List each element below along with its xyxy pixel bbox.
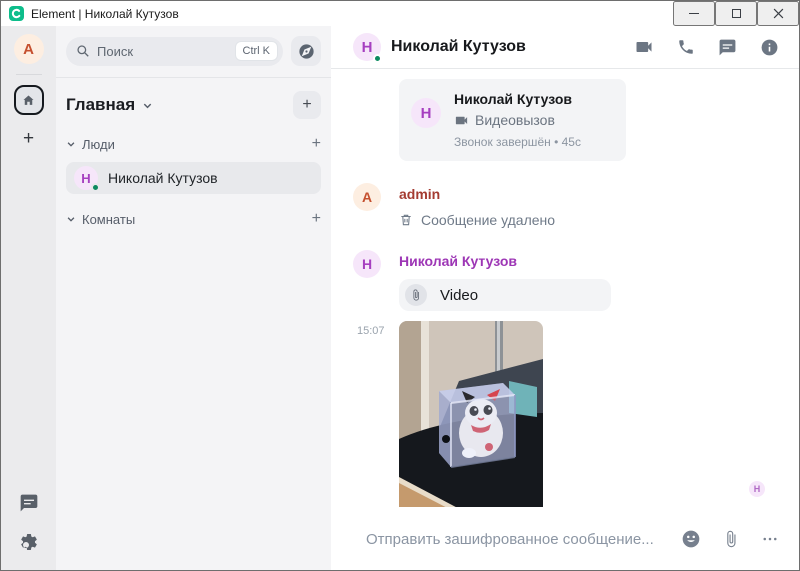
close-icon bbox=[773, 8, 783, 19]
more-options-icon bbox=[763, 537, 777, 541]
caller-name: Николай Кутузов bbox=[454, 91, 572, 107]
minimize-button[interactable] bbox=[673, 1, 715, 26]
settings-button[interactable] bbox=[19, 532, 39, 555]
threads-header-button[interactable] bbox=[718, 38, 737, 57]
more-options-button[interactable] bbox=[761, 530, 779, 548]
maximize-icon bbox=[731, 9, 741, 18]
online-presence-dot bbox=[373, 54, 382, 63]
deleted-message-text: Сообщение удалено bbox=[421, 212, 556, 228]
chevron-down-icon bbox=[143, 103, 152, 108]
explore-rooms-button[interactable] bbox=[291, 36, 321, 66]
emoji-button[interactable] bbox=[681, 529, 701, 549]
attachment-label: Video bbox=[440, 286, 479, 304]
space-header[interactable]: Главная + bbox=[66, 91, 321, 119]
settings-gear-icon bbox=[20, 534, 37, 550]
sender-avatar[interactable]: A bbox=[353, 183, 381, 211]
window-title: Element | Николай Кутузов bbox=[31, 6, 179, 21]
sender-name[interactable]: Николай Кутузов bbox=[399, 253, 611, 269]
sidebar-divider bbox=[56, 77, 331, 78]
search-placeholder: Поиск bbox=[97, 43, 134, 59]
add-rooms-button[interactable]: + bbox=[312, 211, 321, 227]
call-event-card[interactable]: Н Николай Кутузов Видеовызов Звонок заве… bbox=[399, 79, 626, 161]
search-shortcut-badge: Ctrl K bbox=[234, 41, 278, 61]
room-name: Николай Кутузов bbox=[108, 170, 218, 186]
home-icon bbox=[23, 95, 34, 105]
chat-header: Н Николай Кутузов bbox=[331, 26, 799, 69]
minimize-icon bbox=[689, 13, 699, 14]
threads-icon bbox=[20, 494, 37, 512]
attach-button[interactable] bbox=[722, 530, 740, 548]
call-status: Звонок завершён • 45с bbox=[454, 135, 581, 149]
threads-button[interactable] bbox=[19, 493, 39, 516]
photo-attachment[interactable] bbox=[399, 321, 543, 507]
spaces-rail: A + bbox=[1, 26, 56, 570]
user-avatar[interactable]: A bbox=[13, 34, 44, 64]
voice-call-button[interactable] bbox=[677, 38, 695, 56]
search-icon bbox=[77, 45, 89, 57]
file-attachment[interactable]: Video bbox=[399, 279, 611, 311]
chat-title[interactable]: Николай Кутузов bbox=[391, 38, 526, 56]
sender-avatar[interactable]: Н bbox=[353, 250, 381, 278]
trash-icon bbox=[401, 214, 411, 226]
voice-call-icon bbox=[679, 40, 693, 54]
room-list-panel: Поиск Ctrl K Главная + Люди + Н Николай … bbox=[56, 26, 331, 570]
section-rooms[interactable]: Комнаты + bbox=[66, 211, 321, 227]
section-rooms-label: Комнаты bbox=[82, 211, 136, 227]
chat-panel: Н Николай Кутузов Н Николай Кутузов Виде… bbox=[331, 26, 799, 570]
maximize-button[interactable] bbox=[715, 1, 757, 26]
call-kind: Видеовызов bbox=[475, 112, 555, 128]
online-presence-dot bbox=[91, 183, 100, 192]
media-message-row: 15:07 bbox=[357, 321, 799, 507]
home-space-button[interactable] bbox=[13, 85, 44, 115]
message-timeline[interactable]: Н Николай Кутузов Видеовызов Звонок заве… bbox=[331, 69, 799, 507]
rail-divider bbox=[15, 74, 42, 75]
chevron-down-icon bbox=[67, 142, 75, 147]
titlebar: Element | Николай Кутузов bbox=[1, 1, 799, 26]
message-group: A admin Сообщение удалено bbox=[353, 181, 799, 228]
close-button[interactable] bbox=[757, 1, 799, 26]
search-input[interactable]: Поиск Ctrl K bbox=[66, 36, 283, 66]
element-window: Element | Николай Кутузов A + Поиск Ctrl… bbox=[0, 0, 800, 571]
info-icon bbox=[761, 39, 778, 55]
add-people-button[interactable]: + bbox=[312, 136, 321, 152]
message-composer bbox=[331, 507, 799, 570]
room-list-item[interactable]: Н Николай Кутузов bbox=[66, 162, 321, 194]
video-call-button[interactable] bbox=[634, 37, 654, 57]
message-group: Н Николай Кутузов Video bbox=[353, 248, 799, 311]
chevron-down-icon bbox=[67, 217, 75, 222]
add-room-button[interactable]: + bbox=[293, 91, 321, 119]
sender-name[interactable]: admin bbox=[399, 186, 555, 202]
attach-icon bbox=[727, 530, 736, 548]
read-receipt-avatar[interactable]: Н bbox=[749, 481, 765, 497]
section-people[interactable]: Люди + bbox=[66, 136, 321, 152]
element-logo-icon bbox=[9, 6, 24, 21]
room-info-button[interactable] bbox=[760, 38, 779, 57]
deleted-message: Сообщение удалено bbox=[399, 212, 555, 228]
section-people-label: Люди bbox=[82, 136, 115, 152]
space-name: Главная bbox=[66, 95, 136, 114]
paperclip-icon bbox=[413, 289, 419, 301]
message-timestamp: 15:07 bbox=[357, 325, 385, 337]
caller-avatar: Н bbox=[411, 98, 441, 128]
threads-icon bbox=[719, 39, 736, 55]
explore-compass-icon bbox=[298, 43, 314, 59]
emoji-icon bbox=[682, 530, 700, 548]
message-input[interactable] bbox=[366, 530, 681, 548]
video-call-icon bbox=[636, 42, 652, 52]
add-space-button[interactable]: + bbox=[23, 129, 34, 148]
videocam-icon bbox=[455, 116, 468, 124]
